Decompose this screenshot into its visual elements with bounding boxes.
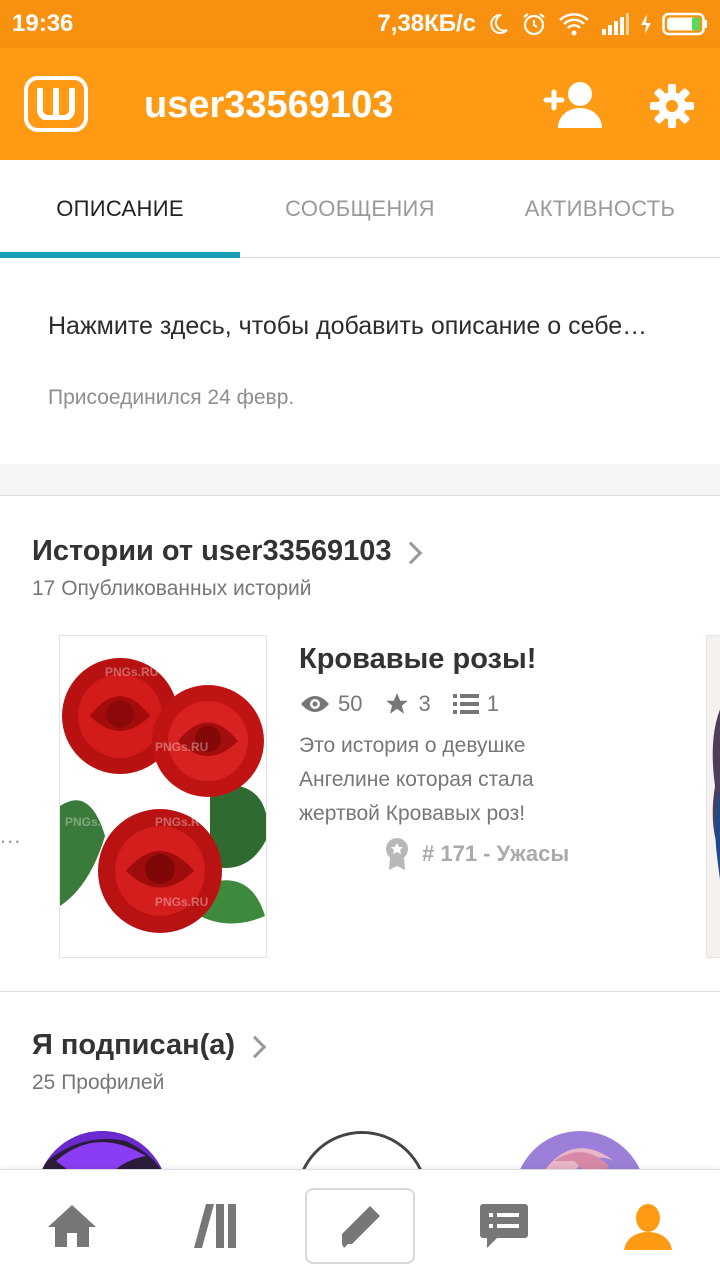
following-section: Я подписан(а) 25 Профилей	[0, 993, 720, 1169]
parts-count: 1	[486, 691, 499, 716]
add-description-prompt[interactable]: Нажмите здесь, чтобы добавить описание о…	[48, 306, 668, 346]
stories-header[interactable]: Истории от user33569103	[32, 535, 423, 568]
avatar[interactable]	[36, 1131, 168, 1169]
next-story-peek[interactable]	[706, 635, 720, 958]
gear-icon	[650, 84, 694, 128]
list-icon	[452, 694, 479, 714]
nav-write[interactable]	[305, 1188, 415, 1264]
cover-watermark: PNGs.RU	[105, 665, 158, 679]
moon-icon	[486, 12, 510, 36]
about-section: Нажмите здесь, чтобы добавить описание о…	[0, 258, 720, 464]
cover-watermark: PNGs.RU	[65, 815, 118, 829]
next-cover-image	[707, 636, 720, 957]
nav-library[interactable]	[144, 1170, 288, 1280]
settings-button[interactable]	[648, 82, 696, 130]
story-description: Это история о девушке Ангелине которая с…	[299, 734, 534, 825]
profile-tabs: ОПИСАНИЕ СООБЩЕНИЯ АКТИВНОСТЬ	[0, 160, 720, 258]
status-bar: 19:36 7,38КБ/с	[0, 0, 720, 48]
star-icon	[386, 693, 409, 714]
logo-mark	[37, 88, 75, 120]
stories-count: 17 Опубликованных историй	[32, 577, 312, 600]
following-header[interactable]: Я подписан(а)	[32, 1029, 267, 1062]
story-stats: 50 3 1	[300, 689, 521, 719]
app-bar: user33569103	[0, 48, 720, 160]
avatar[interactable]	[296, 1131, 428, 1169]
avatar[interactable]	[514, 1131, 646, 1169]
wattpad-logo[interactable]	[24, 76, 88, 132]
roses-cover-image: PNGs.RU PNGs.RU PNGs.RU PNGs.RU PNGs.RU	[60, 636, 266, 957]
stories-title: Истории от user33569103	[32, 535, 392, 567]
following-title: Я подписан(а)	[32, 1029, 236, 1061]
tab-messages[interactable]: СООБЩЕНИЯ	[240, 160, 480, 258]
profile-username: user33569103	[144, 84, 394, 126]
eye-icon	[301, 696, 329, 712]
cover-watermark: PNGs.RU	[155, 815, 208, 829]
stories-section: Истории от user33569103 17 Опубликованны…	[0, 497, 720, 992]
story-rank[interactable]: # 171 - Ужасы	[384, 837, 569, 871]
write-icon	[342, 1206, 380, 1248]
home-icon	[48, 1204, 96, 1247]
story-title[interactable]: Кровавые розы!	[299, 643, 536, 676]
joined-date: Присоединился 24 февр.	[48, 386, 295, 409]
following-count: 25 Профилей	[32, 1071, 165, 1094]
story-cover[interactable]: PNGs.RU PNGs.RU PNGs.RU PNGs.RU PNGs.RU	[59, 635, 267, 958]
votes-stat: 3	[384, 691, 431, 717]
add-user-icon	[543, 82, 602, 128]
cover-watermark: PNGs.RU	[155, 740, 208, 754]
bottom-navigation	[0, 1169, 720, 1280]
alarm-icon	[520, 10, 548, 38]
avatar-image	[514, 1131, 646, 1169]
charging-icon	[640, 13, 652, 35]
library-icon	[194, 1203, 236, 1248]
network-speed: 7,38КБ/с	[377, 10, 476, 37]
views-count: 50	[338, 691, 363, 716]
status-time: 19:36	[12, 10, 74, 37]
section-divider	[0, 464, 720, 496]
parts-stat: 1	[452, 691, 499, 717]
rank-label: # 171 - Ужасы	[422, 841, 570, 866]
views-stat: 50	[300, 691, 362, 717]
profile-icon	[624, 1203, 672, 1250]
battery-icon	[662, 12, 708, 36]
chevron-right-icon	[243, 1035, 267, 1058]
tab-activity[interactable]: АКТИВНОСТЬ	[480, 160, 720, 258]
previous-story-peek[interactable]: ...	[0, 823, 21, 849]
chevron-right-icon	[400, 541, 423, 564]
wifi-icon	[558, 11, 590, 37]
messages-icon	[480, 1203, 528, 1248]
avatar-image	[299, 1134, 425, 1169]
ranking-badge-icon	[386, 838, 408, 870]
nav-messages[interactable]	[432, 1170, 576, 1280]
cover-watermark: PNGs.RU	[155, 895, 208, 909]
nav-home[interactable]	[0, 1170, 144, 1280]
nav-profile[interactable]	[576, 1170, 720, 1280]
tab-description[interactable]: ОПИСАНИЕ	[0, 160, 240, 258]
signal-icon	[600, 12, 630, 36]
follow-user-button[interactable]	[542, 78, 602, 130]
votes-count: 3	[418, 691, 431, 716]
avatar-image	[36, 1131, 168, 1169]
status-indicators: 7,38КБ/с	[377, 8, 708, 40]
